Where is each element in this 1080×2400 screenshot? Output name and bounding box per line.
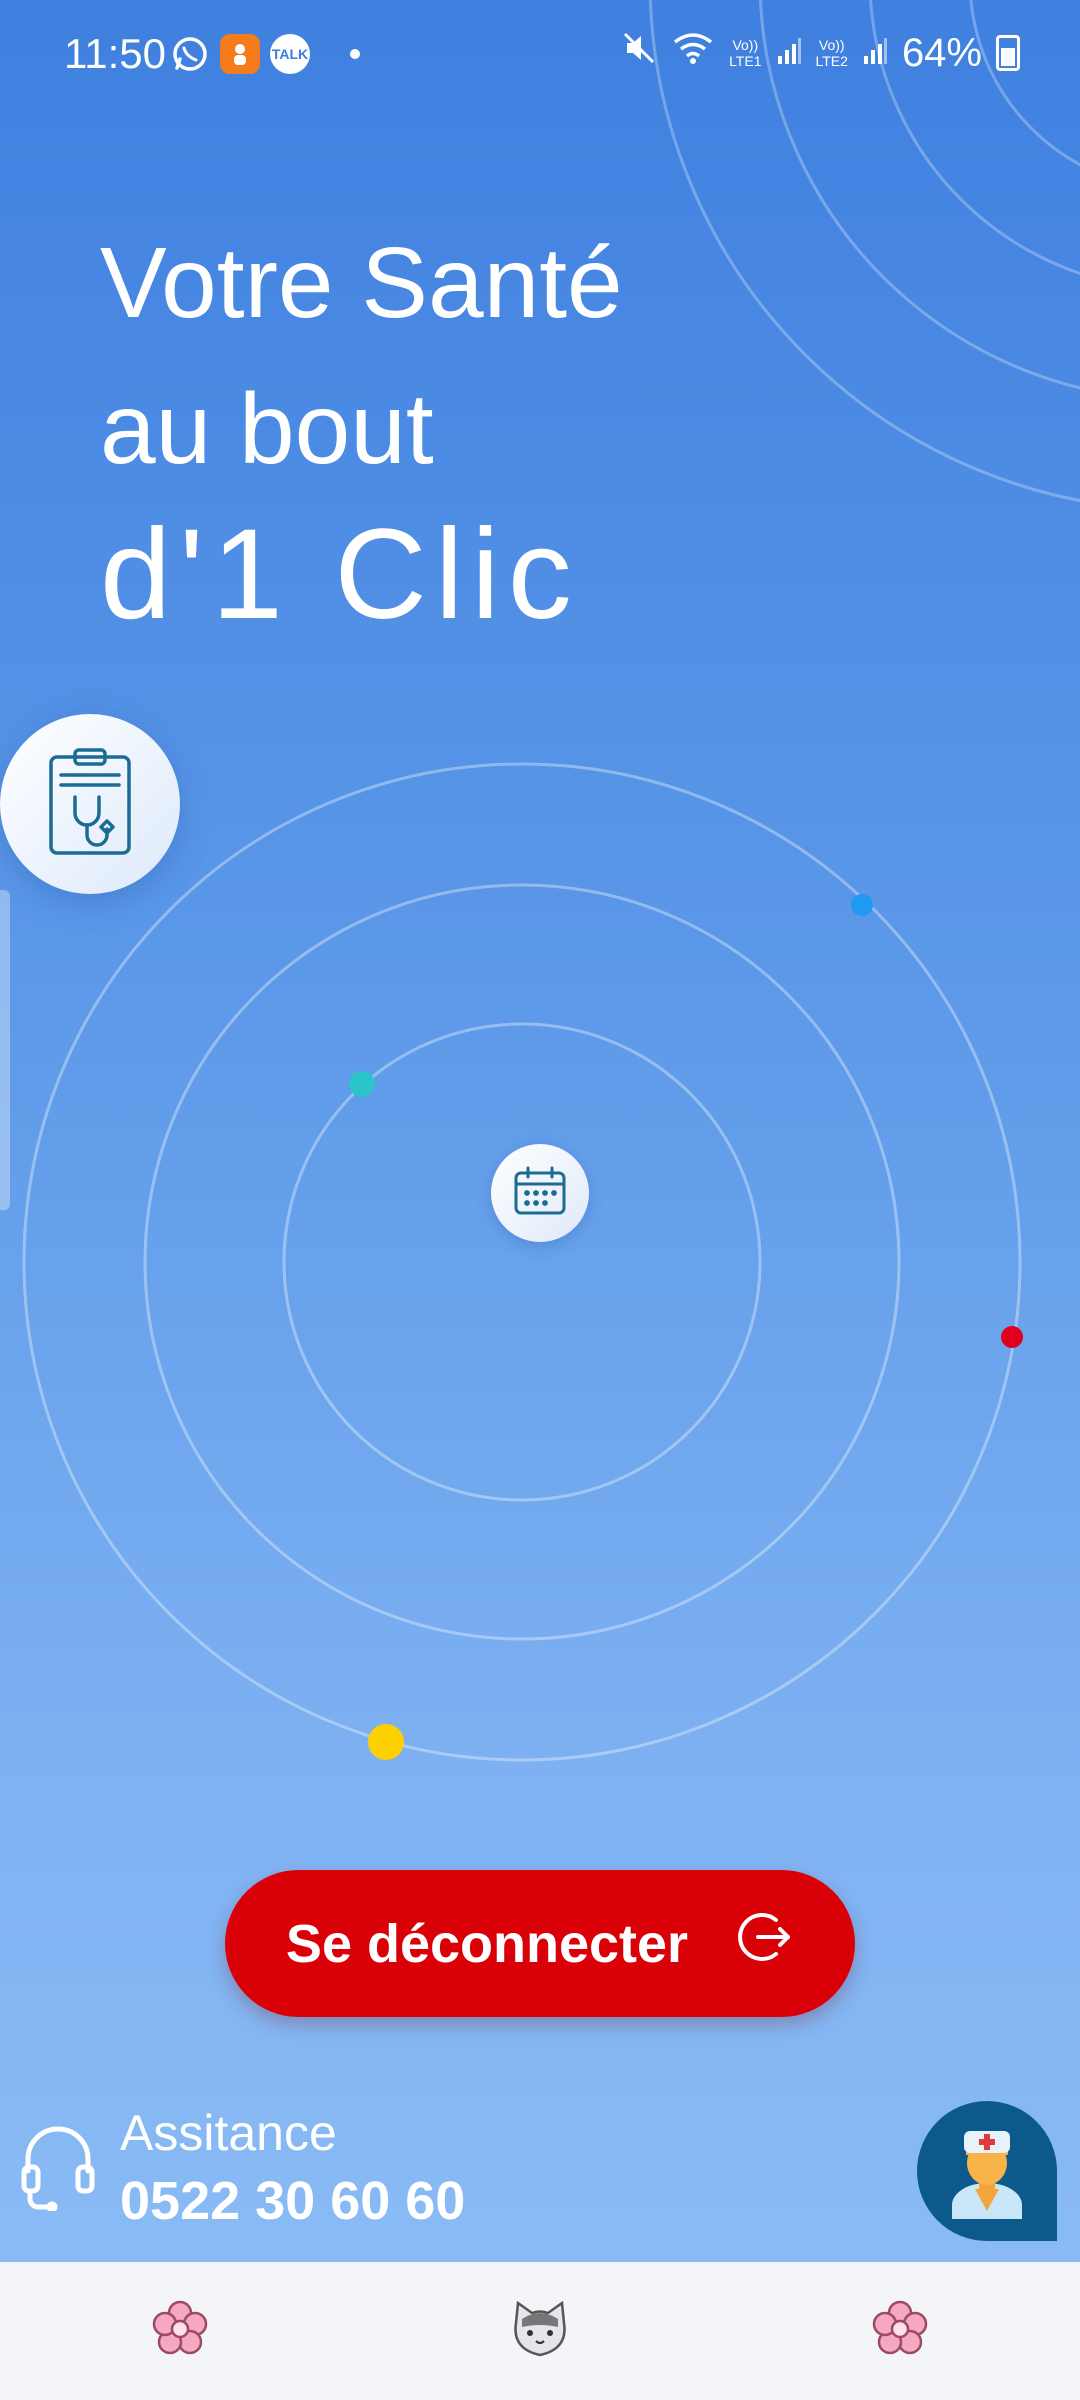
nav-item-center[interactable]	[500, 2291, 580, 2371]
assistance-phone[interactable]: 0522 30 60 60	[120, 2166, 465, 2236]
assistance-label: Assitance	[120, 2105, 337, 2161]
logout-button[interactable]: Se déconnecter	[225, 1870, 855, 2017]
bottom-nav	[0, 2262, 1080, 2400]
orbit-middle	[143, 883, 901, 1641]
orbit-dot-red	[1001, 1326, 1023, 1348]
medical-record-button[interactable]	[0, 714, 180, 894]
assistance-text: Assitance 0522 30 60 60	[120, 2100, 465, 2236]
hero-line-3: d'1 Clic	[100, 503, 580, 646]
hero-line-1: Votre Santé	[100, 227, 623, 339]
orbit-dot-blue	[851, 894, 873, 916]
orbit-rings	[22, 762, 1022, 1762]
corner-rings	[649, 0, 1080, 502]
cat-icon	[508, 2299, 572, 2364]
assistance-contact[interactable]: Assitance 0522 30 60 60	[18, 2100, 465, 2236]
orbit-inner	[282, 1022, 762, 1502]
clipboard-stethoscope-icon	[45, 747, 135, 862]
logout-icon	[736, 1908, 794, 1979]
side-drawer-handle[interactable]	[0, 890, 10, 1210]
flower-icon	[870, 2299, 930, 2364]
calendar-icon	[513, 1166, 567, 1221]
doctor-chat-button[interactable]	[917, 2101, 1057, 2241]
headset-icon	[18, 2121, 98, 2216]
doctor-avatar-icon	[942, 2119, 1032, 2224]
orbit-dot-teal	[349, 1071, 375, 1097]
hero-line-2: au bout	[100, 373, 434, 485]
orbit-dot-yellow	[368, 1724, 404, 1760]
nav-item-left[interactable]	[140, 2291, 220, 2371]
appointments-button[interactable]	[491, 1144, 589, 1242]
orbit-outer	[22, 762, 1022, 1762]
hero-title: Votre Santé au bout d'1 Clic	[100, 210, 623, 648]
logout-label: Se déconnecter	[285, 1913, 689, 1974]
flower-icon	[150, 2299, 210, 2364]
nav-item-right[interactable]	[860, 2291, 940, 2371]
